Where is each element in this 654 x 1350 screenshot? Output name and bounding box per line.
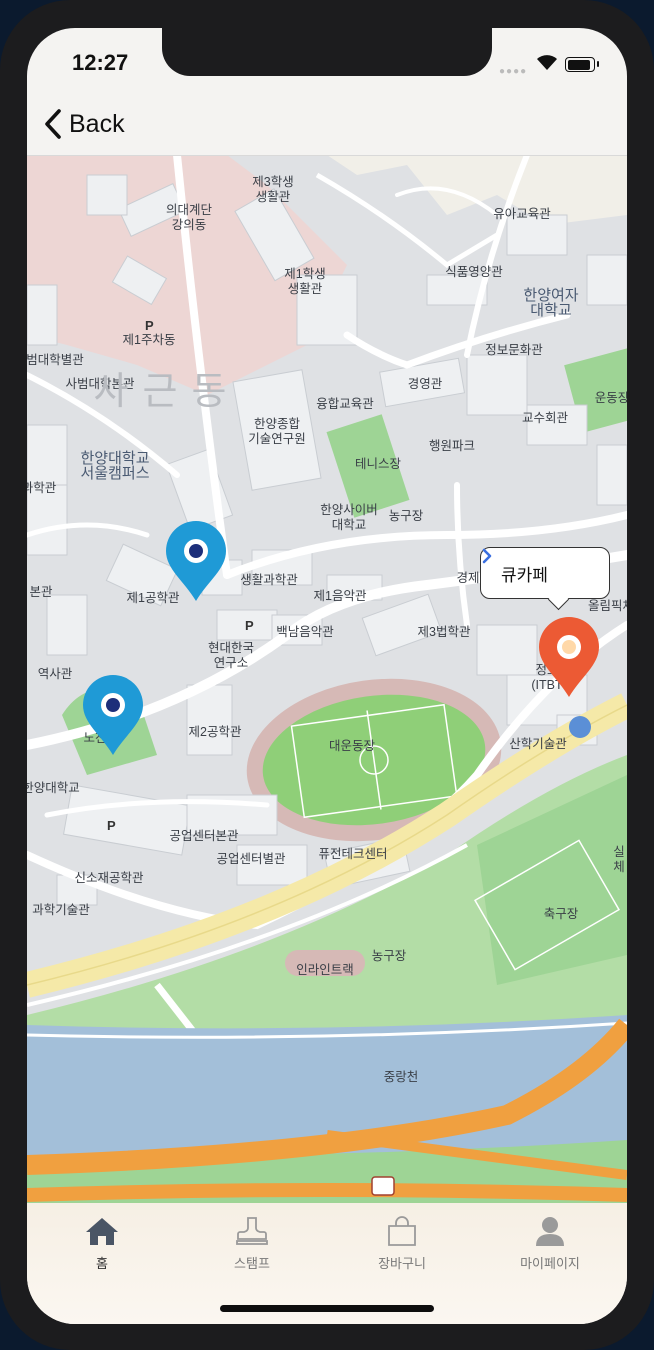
wifi-icon <box>535 53 559 76</box>
map-label: 올림픽체 <box>587 599 627 613</box>
map-label: 과학관 <box>27 481 57 495</box>
map-label: 식품영양관 <box>445 265 503 279</box>
map-label: 공업센터본관 <box>169 829 239 843</box>
map-label: 운동장 <box>594 391 627 405</box>
navigation-bar: Back <box>27 98 627 156</box>
callout-title: 큐카페 <box>501 565 548 585</box>
map-label: 교수회관 <box>521 411 569 425</box>
chevron-right-icon <box>482 548 492 564</box>
map-label: 한양대학교 서울캠퍼스 <box>80 450 150 482</box>
blue-marker-2[interactable] <box>81 673 145 757</box>
selected-marker[interactable] <box>537 615 601 699</box>
tab-label-home: 홈 <box>96 1256 108 1271</box>
map-label: 테니스장 <box>354 457 402 471</box>
map-label: 한양종합 기술연구원 <box>248 417 306 446</box>
svg-text:P: P <box>145 318 154 333</box>
stamp-icon <box>236 1217 268 1245</box>
map-label: 제1음악관 <box>313 589 367 603</box>
map-label: 정보문화관 <box>485 343 543 357</box>
map-label: 사근동 <box>93 371 241 413</box>
map-label: 의대계단 강의동 <box>165 203 213 232</box>
map-label: 본관 <box>29 585 53 599</box>
home-icon <box>86 1218 118 1245</box>
map-label: 백남음악관 <box>276 625 334 639</box>
map-label: 제1주차동 <box>122 333 176 347</box>
map-label: 현대한국 연구소 <box>207 641 255 670</box>
map-label: 생활과학관 <box>240 573 298 587</box>
map-label: 중랑천 <box>383 1070 419 1084</box>
map-label: 공업센터별관 <box>216 852 286 866</box>
map-label: 제1학생 생활관 <box>284 267 326 296</box>
map-label: 제3법학관 <box>417 625 471 639</box>
map-label: 행원파크 <box>428 439 476 453</box>
blue-marker-1[interactable] <box>164 519 228 603</box>
map-label: 경영관 <box>407 377 443 391</box>
status-time: 12:27 <box>72 50 129 75</box>
screen: 12:27 ●●●● Back P P P 제3학생 생활관 의대계단 강의동 … <box>27 28 627 1324</box>
map-label: 한양사이버 대학교 <box>320 503 378 532</box>
map-label: 농구장 <box>371 949 407 963</box>
shopping-bag-icon <box>388 1216 416 1246</box>
map-label: 제3학생 생활관 <box>252 175 294 204</box>
svg-text:P: P <box>107 818 116 833</box>
tab-label-stamp: 스탬프 <box>234 1256 270 1271</box>
map-label: 융합교육관 <box>316 397 374 411</box>
back-label: Back <box>69 109 125 138</box>
map-label: 유아교육관 <box>493 207 551 221</box>
tab-stamp[interactable]: 스탬프 <box>192 1215 312 1272</box>
battery-icon <box>565 57 599 72</box>
map-label: 신소재공학관 <box>74 871 144 885</box>
map-view[interactable]: P P P 제3학생 생활관의대계단 강의동 유아교육관제1학생 생활관 식품영양관한양여… <box>27 155 627 1203</box>
svg-text:P: P <box>245 618 254 633</box>
map-label: 한양여자 대학교 <box>523 287 579 319</box>
place-callout[interactable]: 큐카페 <box>480 547 610 599</box>
map-label: 축구장 <box>543 907 579 921</box>
map-label: 대운동장 <box>328 739 376 753</box>
notch <box>162 28 492 76</box>
tab-home[interactable]: 홈 <box>42 1215 162 1272</box>
map-label: 한양대학교 <box>27 781 80 795</box>
map-pin-icon <box>539 617 599 697</box>
map-label: 산학기술관 <box>509 737 567 751</box>
back-button[interactable]: Back <box>43 108 125 140</box>
tab-label-cart: 장바구니 <box>378 1256 426 1271</box>
tab-mypage[interactable]: 마이페이지 <box>490 1215 610 1272</box>
tab-bar: 홈 스탬프 장바구니 마이페이지 <box>27 1203 627 1324</box>
signal-icon: ●●●● <box>499 66 528 77</box>
device-frame: 12:27 ●●●● Back P P P 제3학생 생활관 의대계단 강의동 … <box>0 0 654 1350</box>
map-label: 경제 <box>456 571 480 585</box>
map-label: 실체 <box>613 845 625 874</box>
map-label: 농구장 <box>388 509 424 523</box>
map-label: 퓨전테크센터 <box>318 847 388 861</box>
map-label: 범대학별관 <box>27 353 84 367</box>
map-pin-icon <box>166 521 226 601</box>
person-icon <box>536 1217 564 1246</box>
map-pin-icon <box>83 675 143 755</box>
map-label: 제2공학관 <box>188 725 242 739</box>
tab-cart[interactable]: 장바구니 <box>342 1215 462 1272</box>
map-label: 과학기술관 <box>32 903 90 917</box>
map-label: 인라인트랙 <box>296 963 354 977</box>
tab-label-mypage: 마이페이지 <box>520 1256 580 1271</box>
map-label: 역사관 <box>37 667 73 681</box>
home-indicator <box>220 1305 434 1312</box>
chevron-left-icon <box>45 109 61 139</box>
